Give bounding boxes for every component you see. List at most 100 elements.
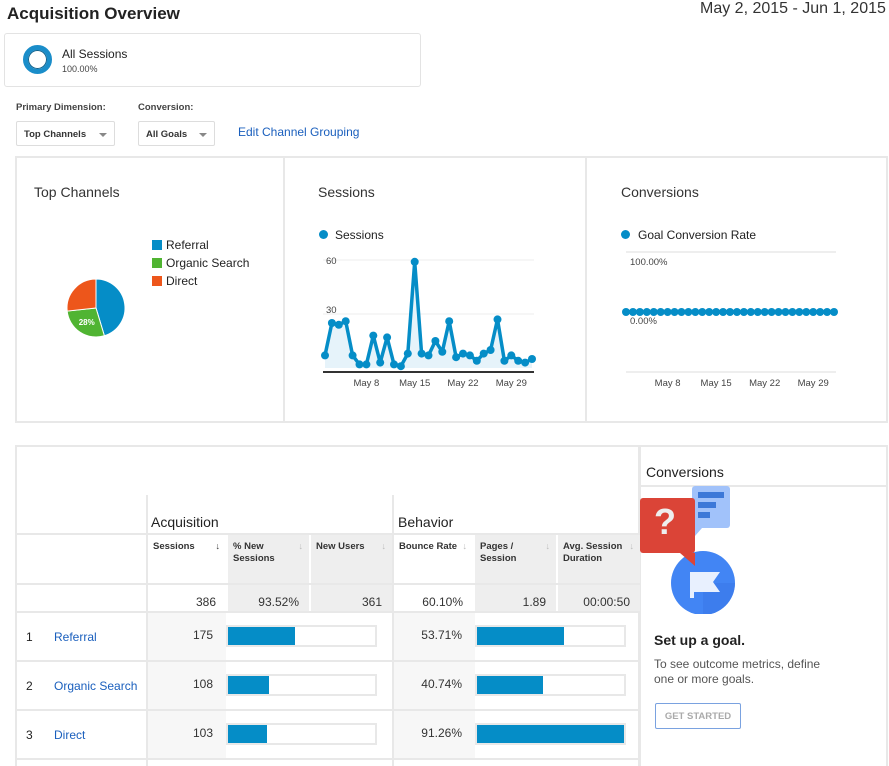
conversion-label: Conversion: — [138, 102, 194, 113]
sort-arrow-icon[interactable]: ↓ — [299, 540, 304, 552]
sessions-point[interactable] — [362, 360, 371, 369]
sessions-point[interactable] — [479, 349, 488, 358]
total-value: 386 — [148, 585, 226, 611]
column-header[interactable]: Sessions ↓ — [148, 535, 226, 583]
conversion-rate-point[interactable] — [760, 308, 769, 316]
sessions-point[interactable] — [410, 257, 419, 266]
goal-illustration-icon: ? — [640, 486, 735, 614]
conversion-rate-point[interactable] — [656, 308, 665, 316]
conversion-rate-point[interactable] — [712, 308, 721, 316]
conversion-rate-point[interactable] — [767, 308, 776, 316]
sessions-point[interactable] — [376, 358, 385, 367]
legend-item-referral[interactable]: Referral — [152, 236, 249, 254]
conversion-rate-point[interactable] — [774, 308, 783, 316]
legend-label: Referral — [166, 238, 209, 252]
sessions-point[interactable] — [341, 317, 350, 326]
conversion-rate-point[interactable] — [719, 308, 728, 316]
conversion-dropdown[interactable]: All Goals — [138, 121, 215, 146]
conversion-rate-point[interactable] — [823, 308, 832, 316]
sessions-point[interactable] — [369, 331, 378, 340]
sessions-value: 175 — [148, 613, 226, 660]
sessions-point[interactable] — [431, 337, 440, 345]
conversion-rate-point[interactable] — [691, 308, 700, 316]
sort-arrow-icon[interactable]: ↓ — [546, 540, 551, 552]
sort-arrow-icon[interactable]: ↓ — [216, 540, 221, 552]
conversion-rate-point[interactable] — [739, 308, 748, 316]
conversion-rate-point[interactable] — [649, 308, 658, 316]
column-header[interactable]: New Users ↓ — [311, 535, 392, 583]
sessions-point[interactable] — [438, 347, 447, 356]
conversion-rate-point[interactable] — [642, 308, 651, 316]
conversion-rate-point[interactable] — [726, 308, 734, 316]
channel-link[interactable]: Direct — [54, 728, 85, 742]
sessions-point[interactable] — [390, 360, 398, 369]
sessions-point[interactable] — [452, 353, 461, 362]
sessions-point[interactable] — [424, 351, 433, 360]
conversion-rate-point[interactable] — [732, 308, 741, 316]
date-range-picker[interactable]: May 2, 2015 - Jun 1, 2015 — [700, 0, 886, 18]
sort-arrow-icon[interactable]: ↓ — [630, 540, 635, 552]
conversion-rate-point[interactable] — [809, 308, 818, 316]
primary-dimension-dropdown[interactable]: Top Channels — [16, 121, 115, 146]
sessions-point[interactable] — [507, 351, 516, 360]
row-index: 1 — [26, 630, 33, 644]
channel-link[interactable]: Referral — [54, 630, 97, 644]
conversion-rate-point[interactable] — [677, 308, 686, 316]
y-tick-label: 60 — [326, 256, 337, 267]
legend-swatch — [152, 258, 162, 268]
sessions-point[interactable] — [486, 346, 495, 354]
sessions-point[interactable] — [355, 360, 364, 369]
conversion-rate-point[interactable] — [746, 308, 755, 316]
sessions-point[interactable] — [445, 317, 454, 326]
conversion-rate-point[interactable] — [781, 308, 790, 316]
y-tick-label: 30 — [326, 305, 337, 316]
conversion-rate-point[interactable] — [663, 308, 672, 316]
sessions-point[interactable] — [459, 349, 467, 358]
conversion-rate-point[interactable] — [684, 308, 693, 316]
sessions-point[interactable] — [417, 349, 426, 358]
channel-link[interactable]: Organic Search — [54, 679, 137, 693]
total-value: 00:00:50 — [558, 585, 640, 611]
sessions-point[interactable] — [528, 355, 536, 363]
svg-text:?: ? — [654, 501, 676, 542]
column-header[interactable]: Avg. Session Duration ↓ — [558, 535, 640, 583]
conversion-rate-point[interactable] — [628, 308, 637, 316]
sessions-point[interactable] — [327, 319, 336, 327]
conversion-rate-point[interactable] — [753, 308, 762, 316]
sessions-point[interactable] — [396, 362, 405, 371]
conversion-rate-point[interactable] — [705, 308, 714, 316]
bounce-rate-bar — [475, 674, 626, 696]
conversion-rate-point[interactable] — [670, 308, 679, 316]
column-header-label: Avg. Session Duration — [563, 541, 623, 564]
conversion-rate-point[interactable] — [698, 308, 707, 316]
sessions-point[interactable] — [500, 356, 509, 365]
conversion-rate-point[interactable] — [830, 308, 838, 316]
column-header[interactable]: % New Sessions ↓ — [228, 535, 309, 583]
chevron-down-icon — [199, 133, 207, 137]
legend-item-organic-search[interactable]: Organic Search — [152, 254, 249, 272]
sort-arrow-icon[interactable]: ↓ — [382, 540, 387, 552]
sessions-point[interactable] — [383, 333, 392, 342]
conversion-rate-point[interactable] — [802, 308, 811, 316]
conversion-rate-point[interactable] — [795, 308, 804, 316]
sessions-point[interactable] — [472, 356, 481, 365]
column-header[interactable]: Pages / Session ↓ — [475, 535, 556, 583]
sessions-point[interactable] — [493, 315, 502, 324]
sessions-point[interactable] — [334, 320, 343, 329]
conversion-rate-point[interactable] — [788, 308, 797, 316]
sessions-point[interactable] — [403, 349, 412, 358]
conversion-rate-point[interactable] — [816, 308, 825, 316]
column-header[interactable]: Bounce Rate ↓ — [394, 535, 473, 583]
sort-arrow-icon[interactable]: ↓ — [463, 540, 468, 552]
sessions-point[interactable] — [321, 351, 329, 360]
sessions-point[interactable] — [348, 351, 357, 360]
edit-channel-grouping-link[interactable]: Edit Channel Grouping — [238, 125, 359, 139]
conversion-rate-point[interactable] — [635, 308, 644, 316]
sessions-point[interactable] — [521, 358, 530, 367]
legend-item-direct[interactable]: Direct — [152, 272, 249, 290]
pie-slice-direct[interactable] — [66, 278, 97, 312]
get-started-button[interactable]: GET STARTED — [655, 703, 741, 729]
sessions-point[interactable] — [514, 356, 523, 365]
sessions-point[interactable] — [465, 351, 474, 360]
conversion-rate-point[interactable] — [622, 308, 630, 316]
